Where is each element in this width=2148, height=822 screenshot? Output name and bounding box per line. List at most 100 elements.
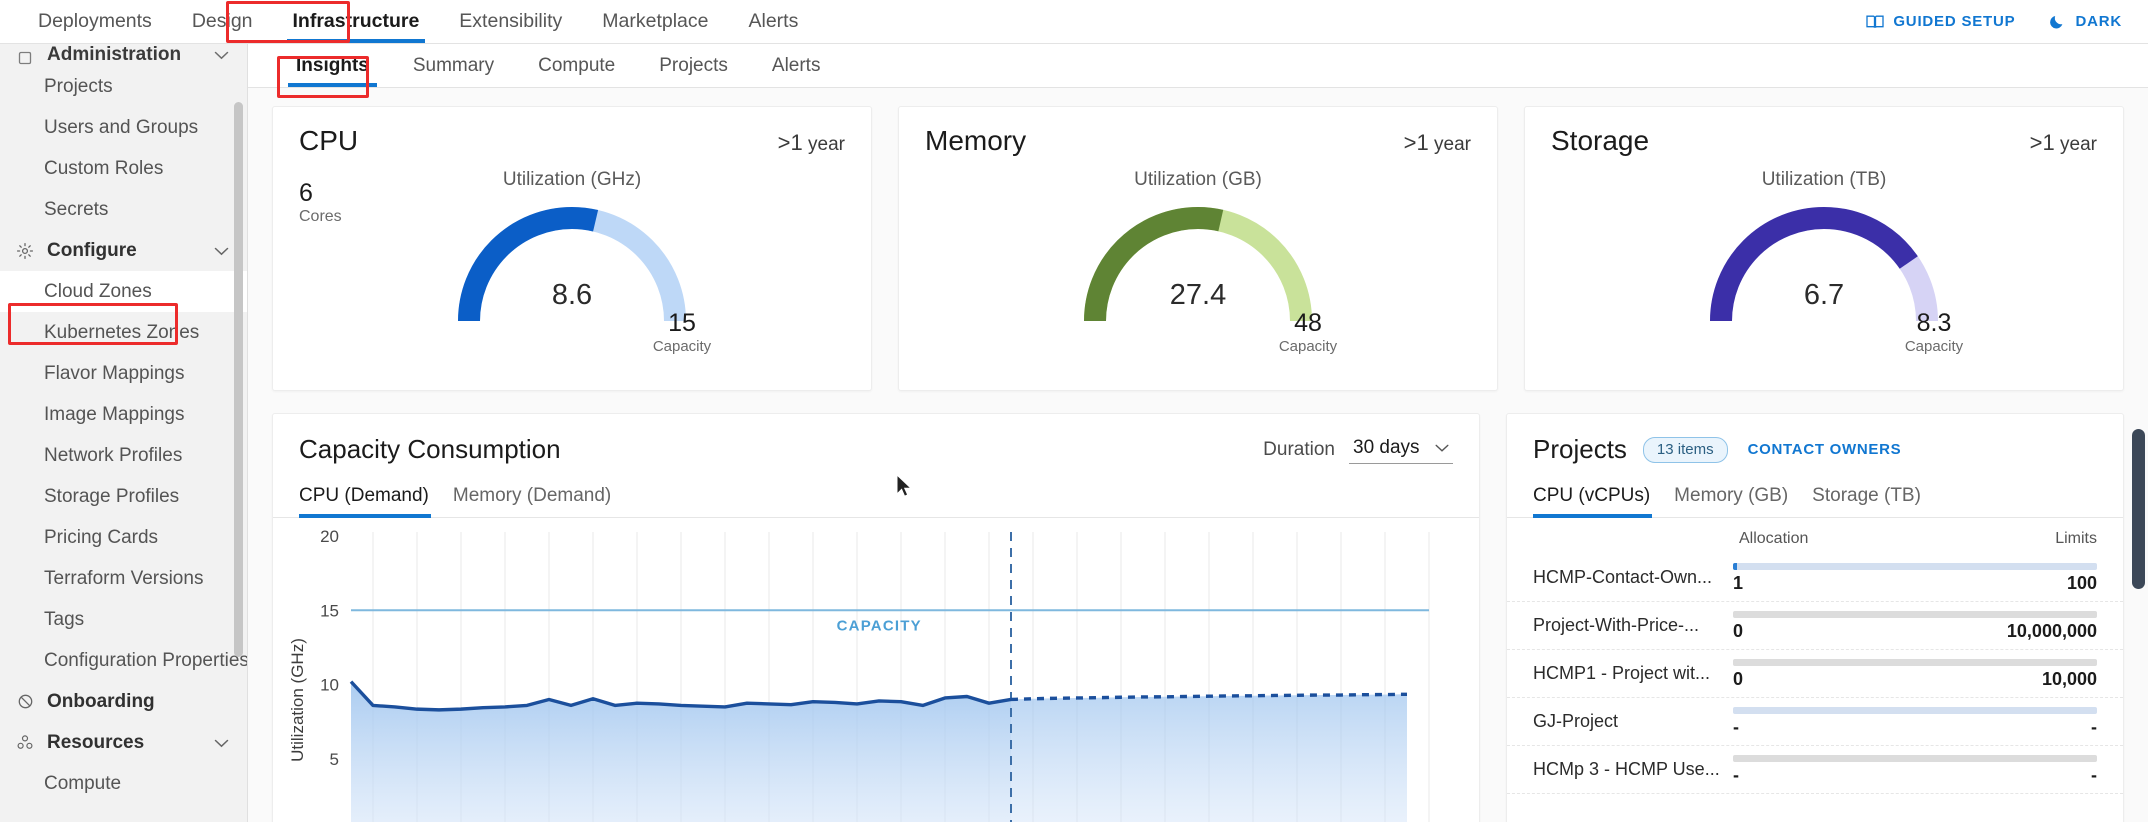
tab-memory-demand[interactable]: Memory (Demand) [441, 479, 623, 517]
sidebar-item-label: Pricing Cards [44, 526, 159, 548]
svg-text:5: 5 [330, 750, 339, 769]
sidebar-group-label: Resources [47, 731, 145, 753]
sidebar-item-compute[interactable]: Compute [0, 763, 247, 804]
tab-insights[interactable]: Insights [274, 44, 391, 87]
projects-table: HCMP-Contact-Own... 1 100 Project-With-Pric… [1507, 554, 2123, 794]
sidebar-scrollbar-thumb[interactable] [234, 102, 243, 657]
primary-nav-actions: GUIDED SETUP DARK [1866, 0, 2148, 43]
nav-item-design[interactable]: Design [172, 0, 273, 43]
project-allocation: 0 10,000,000 [1733, 609, 2097, 642]
gauge-capacity: 15 Capacity [637, 309, 727, 355]
tab-cpu-vcpus[interactable]: CPU (vCPUs) [1533, 479, 1662, 518]
sidebar-item-label: Users and Groups [44, 116, 199, 138]
card-period: >1 year [2030, 130, 2097, 156]
sidebar-item-storage-profiles[interactable]: Storage Profiles [0, 476, 247, 517]
allocation-bar [1733, 659, 2097, 666]
dark-mode-toggle[interactable]: DARK [2049, 13, 2122, 30]
page-scrollbar-thumb[interactable] [2132, 429, 2145, 589]
table-row[interactable]: GJ-Project - - [1507, 698, 2123, 746]
gauge-label: Utilization (GB) [1134, 169, 1262, 190]
duration-select[interactable]: 30 days [1349, 435, 1453, 464]
tab-compute[interactable]: Compute [516, 44, 637, 87]
gauge-capacity-label: Capacity [652, 338, 712, 355]
sidebar-item-pricing-cards[interactable]: Pricing Cards [0, 517, 247, 558]
chart-y-ticks: 20 15 10 5 [320, 527, 339, 769]
gauge-capacity: 8.3 Capacity [1889, 309, 1979, 355]
nav-item-alerts[interactable]: Alerts [728, 0, 818, 43]
sidebar-item-kubernetes-zones[interactable]: Kubernetes Zones [0, 312, 247, 353]
sidebar-item-configuration-properties[interactable]: Configuration Properties [0, 640, 247, 681]
utilization-cards: CPU >1 year 6 Cores Utilization (GHz) 8.… [272, 106, 2124, 391]
secondary-tab-bar: Insights Summary Compute Projects Alerts [248, 44, 2148, 88]
sidebar-item-projects[interactable]: Projects [0, 66, 247, 107]
sidebar-item-secrets[interactable]: Secrets [0, 189, 247, 230]
sidebar-item-users-and-groups[interactable]: Users and Groups [0, 107, 247, 148]
sidebar-item-label: Custom Roles [44, 157, 164, 179]
tab-memory-gb[interactable]: Memory (GB) [1662, 479, 1800, 517]
sidebar-item-image-mappings[interactable]: Image Mappings [0, 394, 247, 435]
sidebar-group-administration[interactable]: Administration [0, 44, 247, 66]
sidebar-item-cloud-zones[interactable]: Cloud Zones [0, 271, 247, 312]
card-period-prefix: >1 [2029, 130, 2055, 155]
nav-label: Alerts [748, 10, 799, 32]
sidebar-item-label: Configuration Properties [44, 649, 248, 671]
allocation-value: 0 [1733, 621, 1744, 641]
body-row: Administration Projects Users and Groups… [0, 44, 2148, 822]
allocation-values: -- [1733, 765, 2097, 786]
nav-label: Infrastructure [292, 10, 420, 32]
sidebar-group-configure[interactable]: Configure [0, 230, 247, 271]
sidebar-item-label: Flavor Mappings [44, 362, 185, 384]
sidebar-group-label: Onboarding [47, 690, 155, 712]
gauge-arc: 6.7 8.3 Capacity [1699, 197, 1963, 355]
tab-cpu-demand[interactable]: CPU (Demand) [299, 479, 441, 518]
table-row[interactable]: HCMP1 - Project wit... 0 10,000 [1507, 650, 2123, 698]
nav-item-infrastructure[interactable]: Infrastructure [273, 0, 440, 43]
tab-label: CPU (Demand) [299, 485, 429, 506]
tab-projects[interactable]: Projects [637, 44, 750, 87]
capacity-chart-svg: 20 15 10 5 Utilization (GHz) CAPACITY [288, 527, 1430, 822]
sidebar-item-tags[interactable]: Tags [0, 599, 247, 640]
project-allocation: -- [1733, 705, 2097, 738]
nav-label: Deployments [38, 10, 152, 32]
gauge-capacity-value: 15 [668, 309, 696, 337]
card-title: Memory [925, 125, 1027, 156]
table-row[interactable]: Project-With-Price-... 0 10,000,000 [1507, 602, 2123, 650]
allocation-values: 0 10,000,000 [1733, 621, 2097, 642]
allocation-values: -- [1733, 717, 2097, 738]
panel-title: Projects [1533, 434, 1627, 464]
sidebar-item-label: Compute [44, 772, 122, 794]
sidebar-item-network-profiles[interactable]: Network Profiles [0, 435, 247, 476]
sidebar-item-label: Kubernetes Zones [44, 321, 200, 343]
sidebar-scroll-region[interactable]: Administration Projects Users and Groups… [0, 44, 247, 804]
main-content: Insights Summary Compute Projects Alerts… [248, 44, 2148, 822]
table-row[interactable]: HCMP-Contact-Own... 1 100 [1507, 554, 2123, 602]
svg-text:20: 20 [320, 527, 339, 546]
project-name: GJ-Project [1533, 711, 1619, 731]
tab-summary[interactable]: Summary [391, 44, 516, 87]
sidebar-item-custom-roles[interactable]: Custom Roles [0, 148, 247, 189]
tab-storage-tb[interactable]: Storage (TB) [1800, 479, 1933, 517]
sidebar-item-label: Image Mappings [44, 403, 185, 425]
gauge-label: Utilization (TB) [1761, 169, 1887, 190]
allocation-value: - [1733, 765, 1739, 785]
allocation-value: - [1733, 717, 1739, 737]
capacity-chart[interactable]: 20 15 10 5 Utilization (GHz) CAPACITY [273, 518, 1479, 822]
sidebar-group-onboarding[interactable]: Onboarding [0, 681, 247, 722]
nav-item-deployments[interactable]: Deployments [18, 0, 172, 43]
sidebar-item-flavor-mappings[interactable]: Flavor Mappings [0, 353, 247, 394]
nav-item-marketplace[interactable]: Marketplace [582, 0, 728, 43]
sidebar-item-terraform-versions[interactable]: Terraform Versions [0, 558, 247, 599]
projects-count-badge[interactable]: 13 items [1642, 436, 1728, 463]
card-title: CPU [299, 125, 359, 156]
tab-alerts[interactable]: Alerts [750, 44, 843, 87]
tab-label: Projects [659, 54, 728, 76]
sidebar-item-label: Projects [44, 75, 113, 97]
nav-item-extensibility[interactable]: Extensibility [439, 0, 582, 43]
contact-owners-link[interactable]: CONTACT OWNERS [1748, 441, 1902, 458]
guided-setup-button[interactable]: GUIDED SETUP [1866, 13, 2015, 30]
allocation-value: 0 [1733, 669, 1744, 689]
project-allocation: 1 100 [1733, 561, 2097, 594]
table-row[interactable]: HCMp 3 - HCMP Use... - - [1507, 746, 2123, 794]
gauge-capacity-value: 48 [1294, 309, 1322, 337]
sidebar-group-resources[interactable]: Resources [0, 722, 247, 763]
